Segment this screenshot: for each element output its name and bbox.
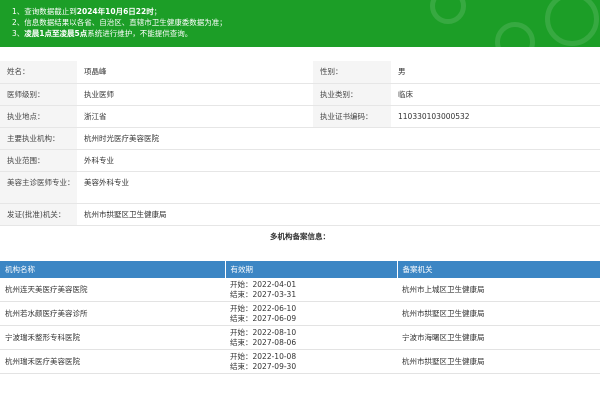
notice-banner: 1、查询数据截止到2024年10月6日22时； 2、信息数据结果以各省、自治区、…: [0, 0, 600, 47]
table-row: 杭州若水颜医疗美容诊所 开始：2022-06-10 结束：2027-06-09 …: [0, 301, 600, 326]
category-label: 执业类别：: [313, 83, 391, 106]
multi-registration-table: 机构名称 有效期 备案机关 杭州连天美医疗美容医院 开始：2022-04-01 …: [0, 261, 600, 374]
info-row: 执业范围： 外科专业: [0, 149, 600, 172]
period-start: 开始：2022-06-10: [230, 303, 297, 313]
column-header-period: 有效期: [225, 261, 398, 278]
validity-period: 开始：2022-04-01 结束：2027-03-31: [225, 278, 397, 302]
org-name: 宁波瑞禾整形专科医院: [0, 325, 225, 350]
name-label: 姓名：: [0, 61, 77, 84]
institution-label: 主要执业机构：: [0, 127, 77, 150]
info-row: 医师级别： 执业医师 执业类别： 临床: [0, 83, 600, 106]
period-end: 结束：2027-08-06: [230, 337, 297, 347]
notice-text: 系统进行维护，不能提供查询。: [87, 29, 193, 38]
registration-authority: 杭州市拱墅区卫生健康局: [397, 349, 600, 374]
period-start: 开始：2022-08-10: [230, 327, 297, 337]
category-value: 临床: [391, 83, 600, 106]
notice-line: 2、信息数据结果以各省、自治区、直辖市卫生健康委数据为准；: [12, 17, 600, 28]
table-header-row: 机构名称 有效期 备案机关: [0, 261, 600, 278]
validity-period: 开始：2022-08-10 结束：2027-08-06: [225, 325, 397, 350]
period-end: 结束：2027-03-31: [230, 289, 297, 299]
notice-text: 信息数据结果以各省、自治区、直辖市卫生健康委数据为准；: [24, 18, 227, 27]
level-label: 医师级别：: [0, 83, 77, 106]
period-start: 开始：2022-04-01: [230, 279, 297, 289]
validity-period: 开始：2022-10-08 结束：2027-09-30: [225, 349, 397, 374]
validity-period: 开始：2022-06-10 结束：2027-06-09: [225, 301, 397, 326]
period-end: 结束：2027-06-09: [230, 313, 297, 323]
cert-value: 110330103000532: [391, 105, 600, 128]
column-header-org: 机构名称: [0, 261, 226, 278]
table-row: 杭州连天美医疗美容医院 开始：2022-04-01 结束：2027-03-31 …: [0, 278, 600, 302]
notice-bold: 2024年10月6日22时: [76, 7, 154, 16]
gender-label: 性别：: [313, 61, 391, 84]
notice-line: 1、查询数据截止到2024年10月6日22时；: [12, 6, 600, 17]
notice-line: 3、凌晨1点至凌晨5点系统进行维护，不能提供查询。: [12, 28, 600, 39]
column-header-authority: 备案机关: [397, 261, 600, 278]
issuer-value: 杭州市拱墅区卫生健康局: [77, 203, 600, 226]
notice-text: ；: [153, 7, 162, 16]
info-row: 美容主诊医师专业： 美容外科专业: [0, 171, 600, 204]
period-start: 开始：2022-10-08: [230, 351, 297, 361]
notice-num: 3、: [12, 29, 25, 38]
multi-registration-title: 多机构备案信息：: [270, 232, 330, 241]
location-label: 执业地点：: [0, 105, 77, 128]
scope-value: 外科专业: [77, 149, 600, 172]
registration-authority: 杭州市拱墅区卫生健康局: [397, 301, 600, 326]
table-row: 宁波瑞禾整形专科医院 开始：2022-08-10 结束：2027-08-06 宁…: [0, 325, 600, 350]
notice-text: 查询数据截止到: [24, 7, 77, 16]
gender-value: 男: [391, 61, 600, 84]
cosmetic-label: 美容主诊医师专业：: [0, 171, 77, 204]
org-name: 杭州若水颜医疗美容诊所: [0, 301, 225, 326]
info-row: 执业地点： 浙江省 执业证书编码： 110330103000532: [0, 105, 600, 128]
issuer-label: 发证(批准)机关：: [0, 203, 77, 226]
info-row: 姓名： 项晶峰 性别： 男: [0, 61, 600, 84]
registration-authority: 宁波市海曙区卫生健康局: [397, 325, 600, 350]
table-row: 杭州瑞禾医疗美容医院 开始：2022-10-08 结束：2027-09-30 杭…: [0, 349, 600, 374]
scope-label: 执业范围：: [0, 149, 77, 172]
notice-num: 2、: [12, 18, 25, 27]
period-end: 结束：2027-09-30: [230, 361, 297, 371]
cosmetic-value: 美容外科专业: [77, 171, 600, 204]
name-value: 项晶峰: [77, 61, 313, 84]
notice-bold: 凌晨1点至凌晨5点: [24, 29, 88, 38]
org-name: 杭州连天美医疗美容医院: [0, 278, 225, 302]
institution-value: 杭州时光医疗美容医院: [77, 127, 600, 150]
org-name: 杭州瑞禾医疗美容医院: [0, 349, 225, 374]
doctor-info-table: 姓名： 项晶峰 性别： 男 医师级别： 执业医师 执业类别： 临床 执业地点： …: [0, 61, 600, 226]
notice-num: 1、: [12, 7, 25, 16]
info-row: 发证(批准)机关： 杭州市拱墅区卫生健康局: [0, 203, 600, 226]
level-value: 执业医师: [77, 83, 313, 106]
registration-authority: 杭州市上城区卫生健康局: [397, 278, 600, 302]
info-row: 主要执业机构： 杭州时光医疗美容医院: [0, 127, 600, 150]
location-value: 浙江省: [77, 105, 313, 128]
cert-label: 执业证书编码：: [313, 105, 391, 128]
